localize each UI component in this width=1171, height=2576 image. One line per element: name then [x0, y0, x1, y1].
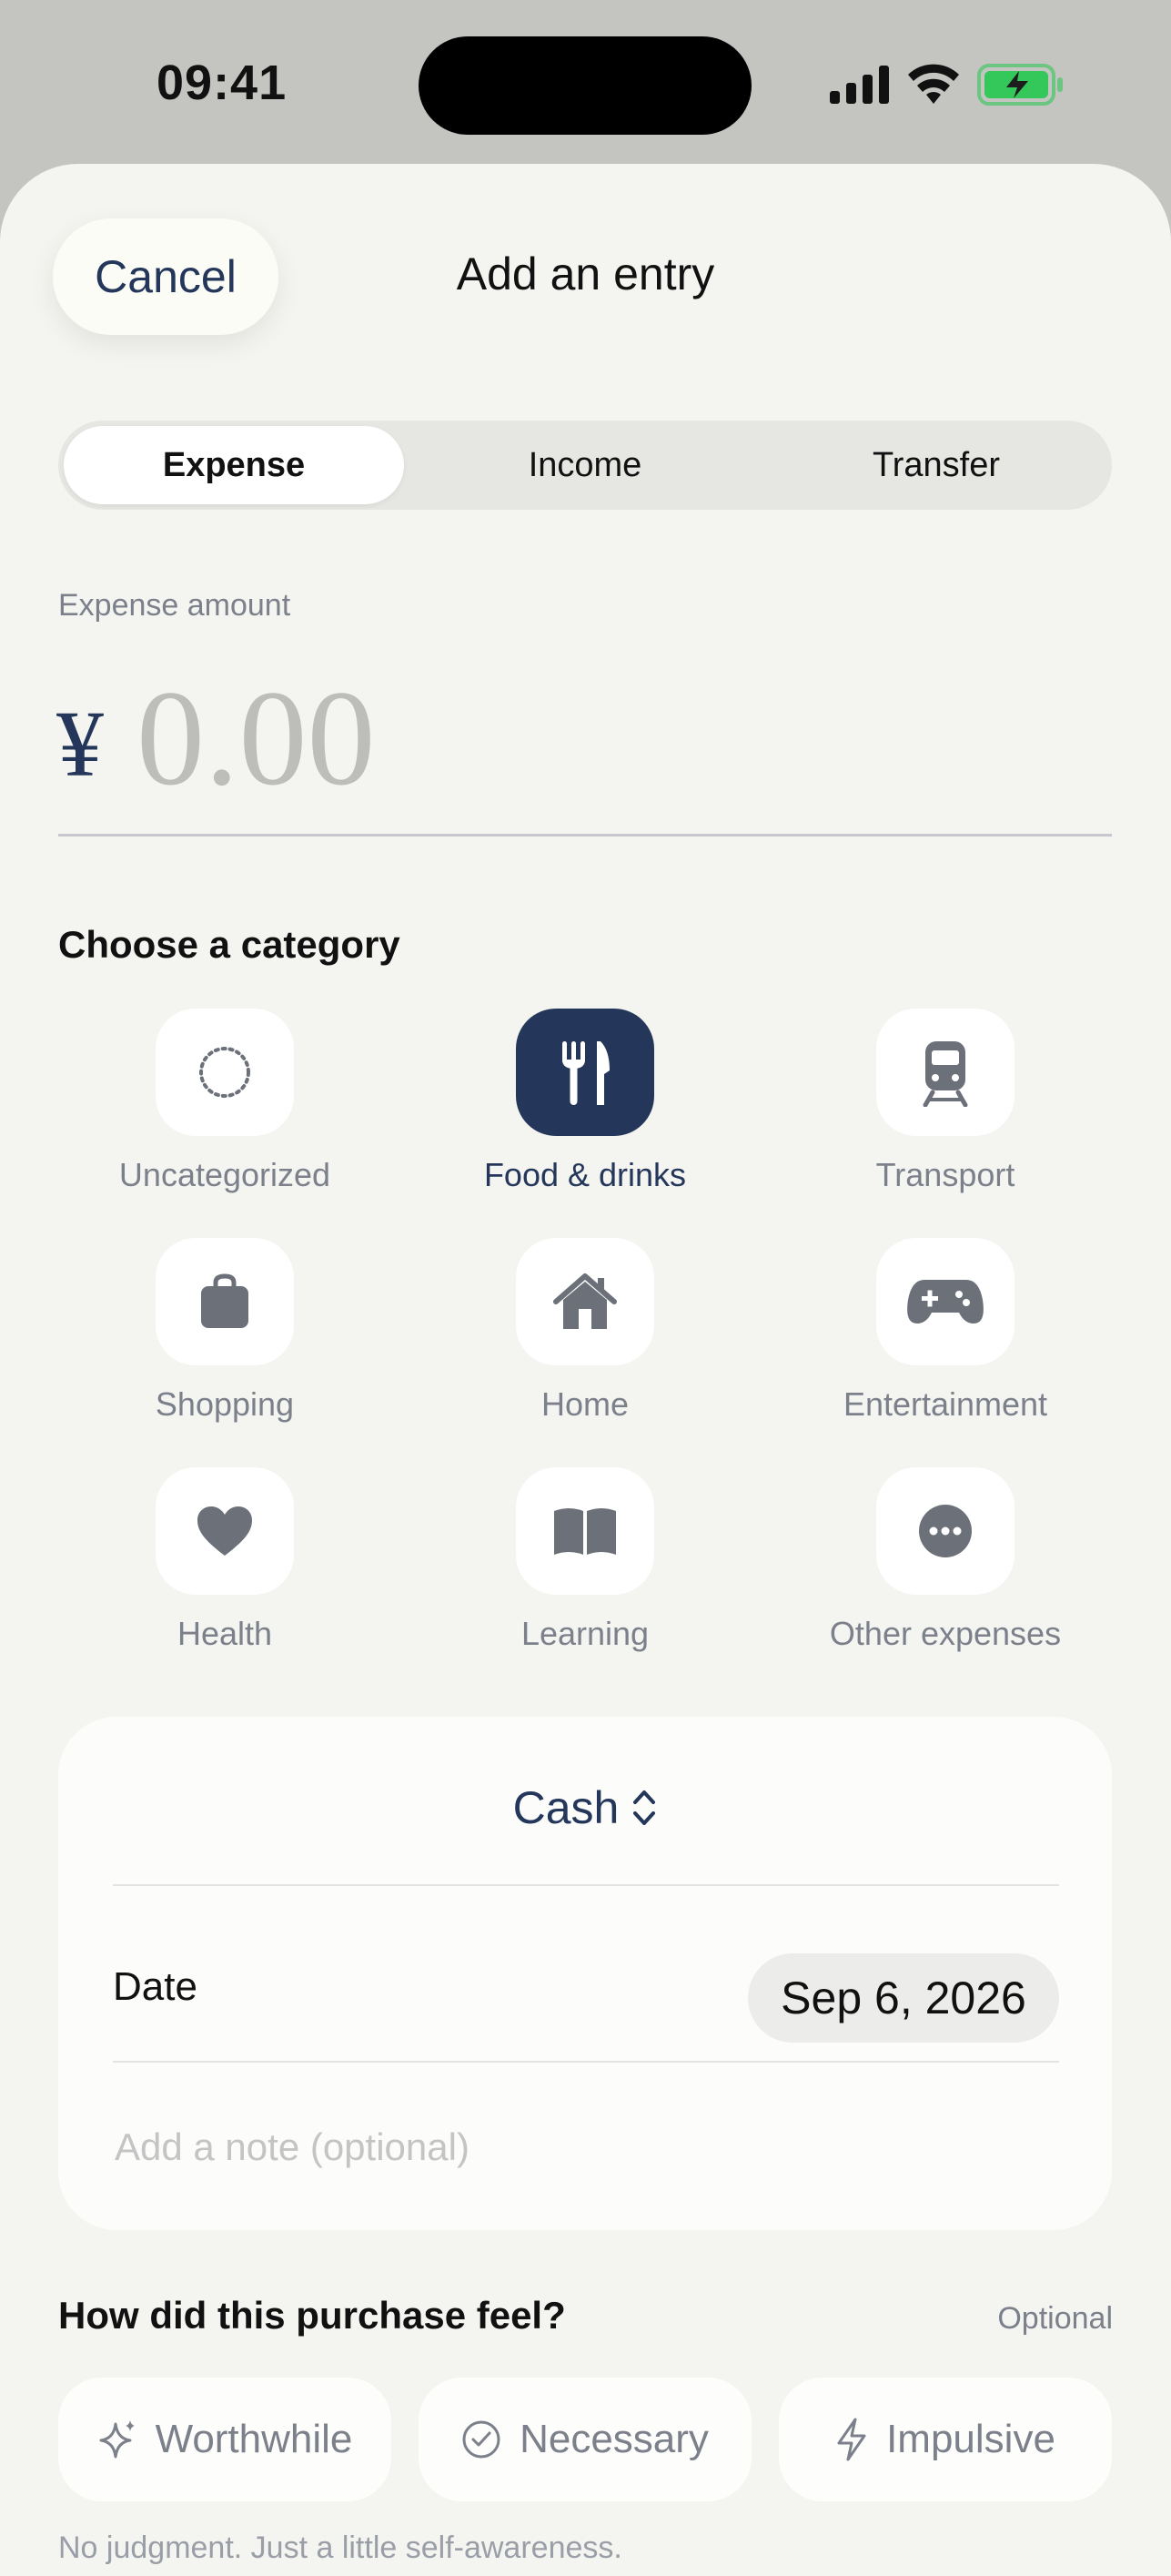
category-label: Shopping	[155, 1385, 295, 1423]
dynamic-island	[419, 36, 752, 135]
feeling-label: Worthwhile	[155, 2417, 353, 2461]
category-uncategorized[interactable]: Uncategorized	[45, 1009, 405, 1220]
tram-icon	[923, 1041, 968, 1107]
category-tile[interactable]	[876, 1467, 1015, 1595]
tab-income[interactable]: Income	[415, 426, 755, 504]
feeling-worthwhile-button[interactable]: Worthwhile	[58, 2378, 391, 2501]
category-label: Transport	[875, 1156, 1015, 1193]
tab-expense[interactable]: Expense	[64, 426, 404, 504]
category-label: Learning	[520, 1615, 650, 1652]
divider	[113, 1884, 1059, 1886]
shopping-bag-icon	[201, 1273, 248, 1328]
category-tile[interactable]	[156, 1009, 294, 1136]
category-home[interactable]: Home	[405, 1238, 765, 1449]
date-label: Date	[113, 1964, 197, 2009]
cellular-signal-icon	[830, 66, 889, 104]
feeling-impulsive-button[interactable]: Impulsive	[779, 2378, 1112, 2501]
status-bar: 09:41	[0, 0, 1171, 164]
category-label: Other expenses	[829, 1615, 1062, 1652]
add-entry-sheet: Cancel Add an entry Expense Income Trans…	[0, 164, 1171, 2576]
category-tile[interactable]	[516, 1238, 654, 1365]
category-label: Food & drinks	[483, 1156, 687, 1193]
status-time: 09:41	[156, 56, 288, 110]
book-icon	[554, 1508, 616, 1555]
category-transport[interactable]: Transport	[765, 1009, 1126, 1220]
category-section-title: Choose a category	[58, 923, 400, 966]
category-label: Uncategorized	[118, 1156, 331, 1193]
date-picker-button[interactable]: Sep 6, 2026	[748, 1953, 1059, 2043]
category-shopping[interactable]: Shopping	[45, 1238, 405, 1449]
category-label: Home	[540, 1385, 630, 1423]
category-tile[interactable]	[156, 1238, 294, 1365]
category-tile[interactable]	[516, 1467, 654, 1595]
currency-symbol: ¥	[56, 692, 104, 796]
amount-label: Expense amount	[58, 588, 291, 623]
house-icon	[553, 1273, 617, 1329]
category-tile-selected[interactable]	[516, 1009, 654, 1136]
category-health[interactable]: Health	[45, 1467, 405, 1678]
entry-details-card: Cash Date Sep 6, 2026	[58, 1717, 1112, 2230]
dotted-circle-icon	[199, 1047, 250, 1098]
feeling-footnote: No judgment. Just a little self-awarenes…	[58, 2530, 622, 2565]
ellipsis-circle-icon	[919, 1505, 972, 1557]
optional-label: Optional	[997, 2301, 1113, 2336]
account-selector[interactable]: Cash	[58, 1771, 1112, 1844]
account-label: Cash	[512, 1782, 620, 1833]
category-label: Entertainment	[843, 1385, 1048, 1423]
category-entertainment[interactable]: Entertainment	[765, 1238, 1126, 1449]
tab-transfer[interactable]: Transfer	[766, 426, 1106, 504]
sheet-title: Add an entry	[456, 248, 715, 299]
feeling-label: Impulsive	[886, 2417, 1055, 2461]
feeling-necessary-button[interactable]: Necessary	[419, 2378, 752, 2501]
note-input[interactable]	[113, 2110, 1063, 2185]
category-tile[interactable]	[156, 1467, 294, 1595]
category-learning[interactable]: Learning	[405, 1467, 765, 1678]
category-other-expenses[interactable]: Other expenses	[765, 1467, 1126, 1678]
chevron-up-down-icon	[633, 1790, 656, 1825]
category-tile[interactable]	[876, 1009, 1015, 1136]
lightning-icon	[837, 2418, 866, 2461]
feeling-section-title: How did this purchase feel?	[58, 2294, 566, 2337]
amount-input[interactable]: 0.00	[136, 660, 376, 816]
category-food-drinks[interactable]: Food & drinks	[405, 1009, 765, 1220]
feeling-label: Necessary	[520, 2417, 709, 2461]
battery-charging-icon	[977, 64, 1063, 106]
category-label: Health	[177, 1615, 273, 1652]
divider	[113, 2061, 1059, 2063]
entry-type-segmented-control: Expense Income Transfer	[58, 421, 1112, 510]
gamepad-icon	[907, 1280, 984, 1323]
fork-knife-icon	[562, 1041, 610, 1105]
category-tile[interactable]	[876, 1238, 1015, 1365]
amount-underline	[58, 834, 1112, 837]
check-circle-icon	[462, 2420, 500, 2459]
wifi-icon	[908, 64, 959, 104]
sparkle-icon	[99, 2420, 135, 2459]
heart-icon	[197, 1506, 252, 1556]
